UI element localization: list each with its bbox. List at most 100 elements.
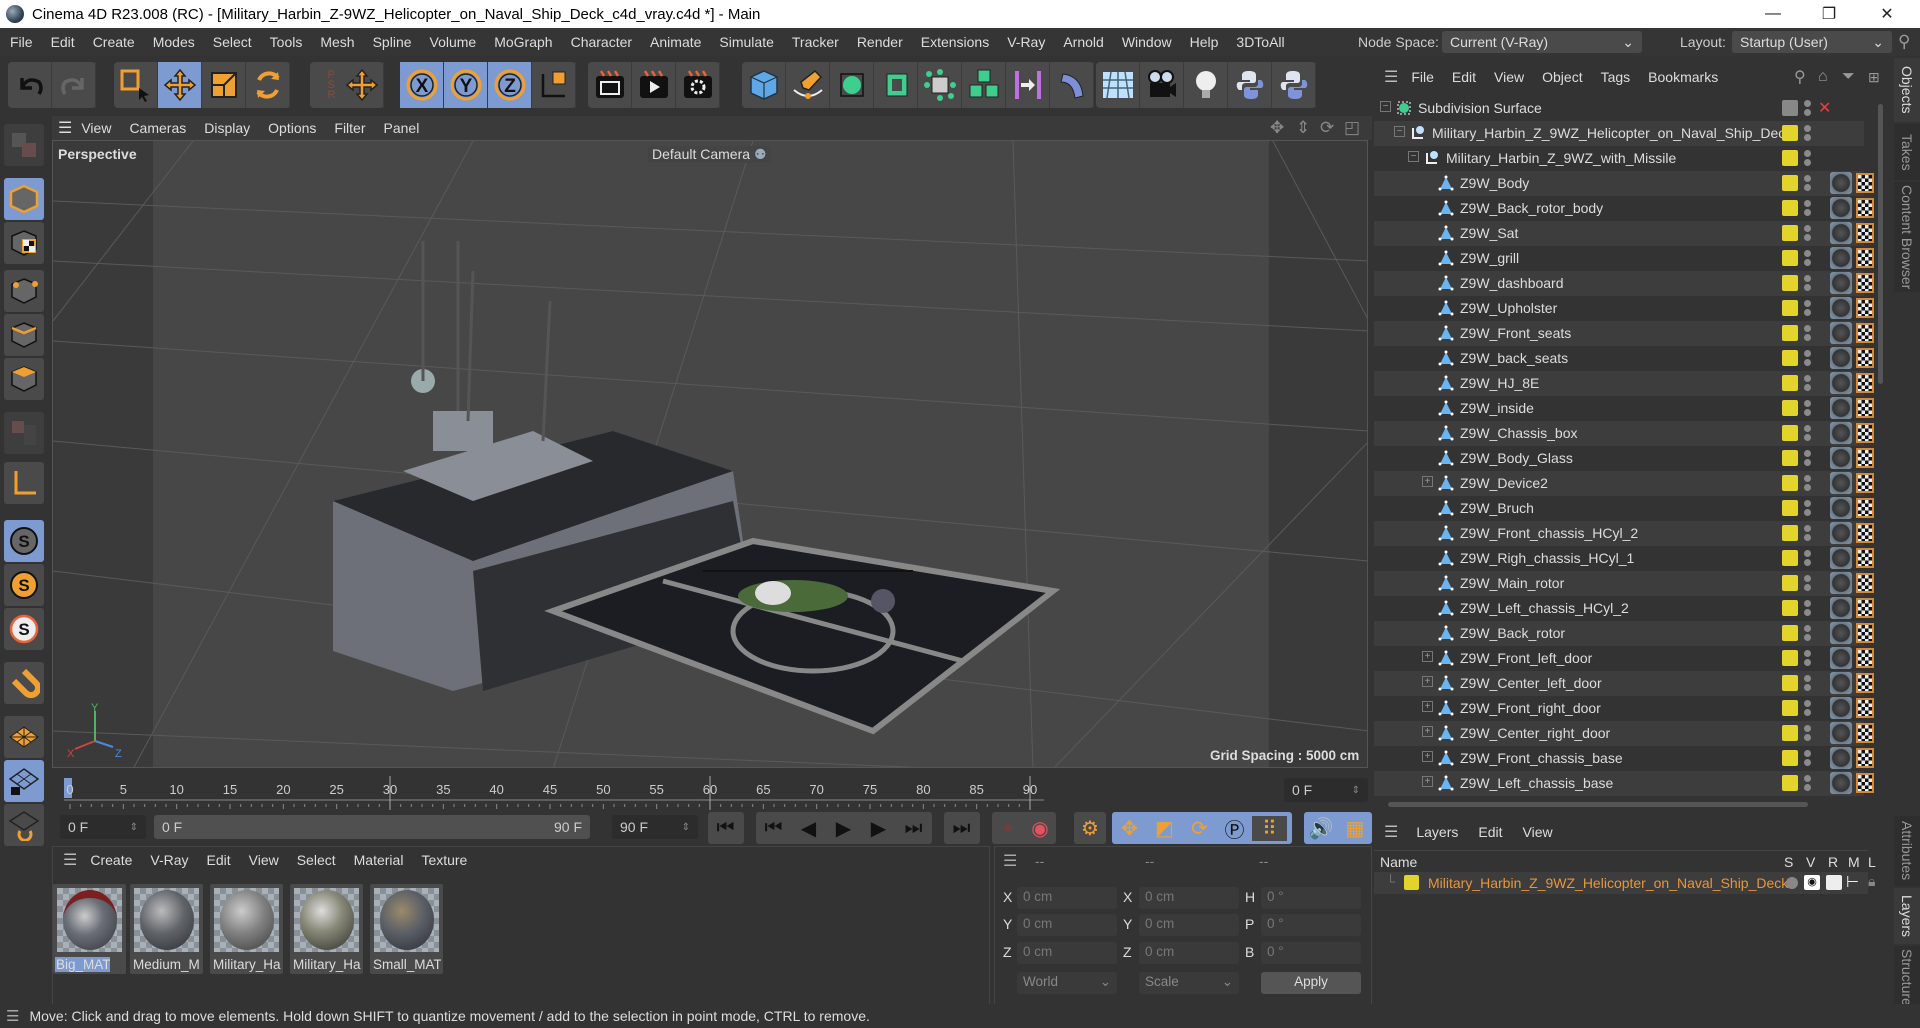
position-x-field[interactable]: 0 cm — [1017, 887, 1117, 909]
object-row[interactable]: Z9W_HJ_8E — [1374, 371, 1874, 396]
manager-hierarchy-icon[interactable]: ⊢ — [1846, 873, 1859, 891]
uvw-tag-icon[interactable] — [1856, 548, 1874, 568]
autokey-button[interactable]: ◉ — [1024, 816, 1056, 841]
material-tag-icon[interactable] — [1830, 572, 1852, 594]
visibility-dots[interactable] — [1804, 275, 1811, 292]
stepper-icon[interactable]: ⇕ — [682, 822, 690, 833]
material-menu-texture[interactable]: Texture — [412, 852, 476, 868]
visibility-dots[interactable] — [1804, 125, 1811, 142]
viewport-menu-options[interactable]: Options — [259, 120, 325, 136]
object-row[interactable]: Z9W_Front_seats — [1374, 321, 1874, 346]
object-row[interactable]: Z9W_back_seats — [1374, 346, 1874, 371]
close-button[interactable]: ✕ — [1864, 0, 1910, 28]
make-editable-button[interactable] — [4, 124, 44, 166]
visibility-dots[interactable] — [1804, 175, 1811, 192]
layer-color-swatch[interactable] — [1404, 875, 1419, 890]
visibility-dots[interactable] — [1804, 300, 1811, 317]
snap-button[interactable]: S — [4, 520, 44, 562]
layer-color-swatch[interactable] — [1782, 225, 1798, 241]
material-tag-icon[interactable] — [1830, 622, 1852, 644]
key-rotation-button[interactable]: ⟳ — [1182, 816, 1217, 841]
floor-button[interactable] — [1096, 62, 1140, 108]
end-frame-field[interactable]: 90 F ⇕ — [612, 815, 698, 839]
viewport-move-icon[interactable]: ✥ — [1270, 118, 1284, 138]
next-key-button[interactable]: ⏭ — [896, 817, 931, 840]
previous-key-button[interactable]: ⏮ — [756, 817, 791, 840]
layer-color-swatch[interactable] — [1782, 450, 1798, 466]
menu-help[interactable]: Help — [1181, 34, 1228, 50]
expand-toggle-icon[interactable]: + — [1422, 651, 1433, 662]
hamburger-menu-icon[interactable]: ☰ — [63, 850, 77, 870]
timeline-ruler[interactable]: 0 5 10 15 20 25 30 35 40 45 50 55 60 65 70 75 80 85 90 — [52, 770, 1372, 814]
live-selection-button[interactable] — [114, 62, 158, 108]
size-y-field[interactable]: 0 cm — [1139, 914, 1239, 936]
layer-color-swatch[interactable] — [1782, 525, 1798, 541]
material-menu-view[interactable]: View — [240, 852, 288, 868]
object-row[interactable]: − Subdivision Surface ✕ — [1374, 96, 1864, 121]
tab-content-browser[interactable]: Content Browser — [1894, 182, 1920, 292]
filter-icon[interactable]: ⏷ — [1842, 68, 1855, 86]
uvw-tag-icon[interactable] — [1856, 398, 1874, 418]
visibility-dots[interactable] — [1804, 725, 1811, 742]
visibility-dots[interactable] — [1804, 450, 1811, 467]
layer-color-swatch[interactable] — [1782, 300, 1798, 316]
uvw-tag-icon[interactable] — [1856, 598, 1874, 618]
uvw-tag-icon[interactable] — [1856, 498, 1874, 518]
light-button[interactable] — [1184, 62, 1228, 108]
uvw-tag-icon[interactable] — [1856, 173, 1874, 193]
position-y-field[interactable]: 0 cm — [1017, 914, 1117, 936]
object-row[interactable]: Z9W_grill — [1374, 246, 1874, 271]
stepper-icon[interactable]: ⇕ — [1352, 785, 1360, 796]
uvw-tag-icon[interactable] — [1856, 273, 1874, 293]
object-row[interactable]: Z9W_Chassis_box — [1374, 421, 1874, 446]
viewport-menu-cameras[interactable]: Cameras — [120, 120, 195, 136]
uvw-tag-icon[interactable] — [1856, 473, 1874, 493]
layer-color-swatch[interactable] — [1782, 500, 1798, 516]
go-to-end-button[interactable]: ⏭ — [944, 812, 980, 844]
menu-mesh[interactable]: Mesh — [311, 34, 363, 50]
layout-dropdown[interactable]: Startup (User) ⌄ — [1732, 31, 1892, 53]
disabled-x-icon[interactable]: ✕ — [1818, 98, 1831, 118]
viewport-menu-filter[interactable]: Filter — [325, 120, 374, 136]
object-row[interactable]: − Military_Harbin_Z_9WZ_with_Missile — [1374, 146, 1864, 171]
viewport-rotate-icon[interactable]: ⟳ — [1320, 118, 1334, 138]
material-tag-icon[interactable] — [1830, 547, 1852, 569]
viewport-menu-view[interactable]: View — [72, 120, 120, 136]
object-row[interactable]: + Z9W_Front_chassis_base — [1374, 746, 1874, 771]
new-window-icon[interactable]: ⊞ — [1868, 69, 1880, 86]
menu-file[interactable]: File — [0, 34, 42, 50]
layer-color-swatch[interactable] — [1782, 775, 1798, 791]
menu-animate[interactable]: Animate — [641, 34, 710, 50]
axis-mode-button[interactable] — [4, 462, 44, 504]
transform-button[interactable] — [340, 62, 384, 108]
menu-window[interactable]: Window — [1113, 34, 1181, 50]
layer-color-swatch[interactable] — [1782, 425, 1798, 441]
rotation-h-field[interactable]: 0 ° — [1261, 887, 1361, 909]
object-row[interactable]: + Z9W_Center_left_door — [1374, 671, 1874, 696]
layer-color-swatch[interactable] — [1782, 275, 1798, 291]
uvw-tag-icon[interactable] — [1856, 323, 1874, 343]
layer-color-swatch[interactable] — [1782, 475, 1798, 491]
apply-button[interactable]: Apply — [1261, 972, 1361, 994]
uvw-tag-icon[interactable] — [1856, 698, 1874, 718]
scale-tool-button[interactable] — [202, 62, 246, 108]
menu-simulate[interactable]: Simulate — [710, 34, 782, 50]
visibility-dots[interactable] — [1804, 225, 1811, 242]
uvw-tag-icon[interactable] — [1856, 198, 1874, 218]
collapse-toggle-icon[interactable]: − — [1394, 126, 1405, 137]
render-picture-viewer-button[interactable] — [632, 62, 676, 108]
menu-create[interactable]: Create — [84, 34, 144, 50]
frame-range-slider[interactable]: 0 F 90 F — [154, 815, 590, 839]
texture-mode-button[interactable] — [4, 222, 44, 264]
python-button-2[interactable] — [1272, 62, 1316, 108]
rotation-p-field[interactable]: 0 ° — [1261, 914, 1361, 936]
viewport-zoom-icon[interactable]: ⇕ — [1296, 118, 1310, 138]
visibility-dots[interactable] — [1804, 775, 1811, 792]
uvw-tag-icon[interactable] — [1856, 223, 1874, 243]
layer-color-swatch[interactable] — [1782, 200, 1798, 216]
material-tag-icon[interactable] — [1830, 172, 1852, 194]
object-row[interactable]: + Z9W_Left_chassis_base — [1374, 771, 1874, 796]
polygons-mode-button[interactable] — [4, 358, 44, 400]
x-axis-button[interactable]: X — [400, 62, 444, 108]
material-tag-icon[interactable] — [1830, 372, 1852, 394]
